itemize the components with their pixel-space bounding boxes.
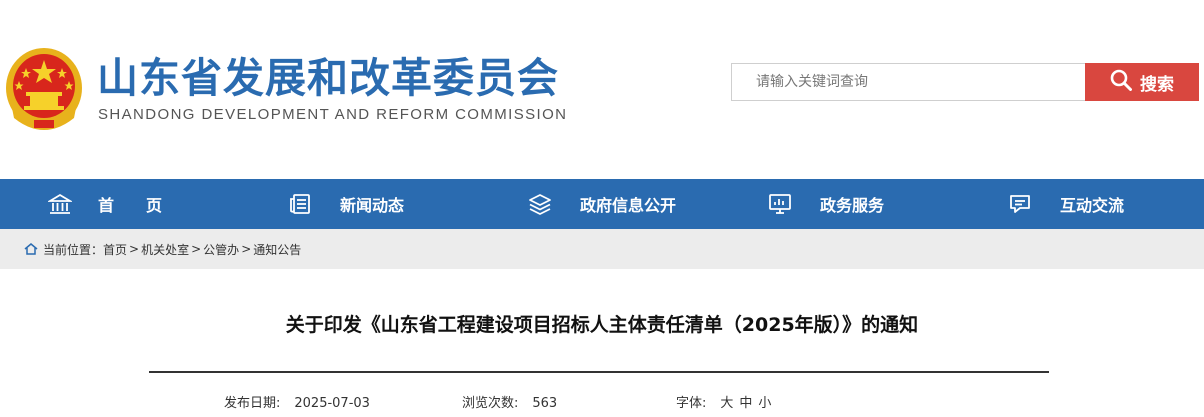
font-large-button[interactable]: 大 [720, 396, 733, 411]
nav-item-label: 新闻动态 [340, 196, 405, 215]
chat-icon [1008, 192, 1032, 216]
national-emblem-icon [4, 46, 84, 132]
search-button[interactable]: 搜索 [1085, 63, 1199, 101]
publish-date-label: 发布日期: [224, 396, 281, 411]
breadcrumb: 当前位置： 首页 > 机关处室 > 公管办 > 通知公告 [0, 229, 1204, 269]
nav-item-label: 首 页 [98, 196, 163, 215]
search-icon [1110, 69, 1132, 95]
nav-item-label: 政府信息公开 [580, 196, 677, 215]
publish-date-value: 2025-07-03 [294, 396, 370, 411]
search-box [731, 63, 1087, 101]
nav-item-news[interactable]: 新闻动态 [288, 179, 404, 229]
view-count-label: 浏览次数: [462, 396, 519, 411]
nav-item-gov-info[interactable]: 政府信息公开 [528, 179, 676, 229]
monitor-icon [768, 192, 792, 216]
breadcrumb-item-office[interactable]: 公管办 [203, 241, 239, 258]
article-title: 关于印发《山东省工程建设项目招标人主体责任清单（2025年版）》的通知 [285, 314, 919, 336]
nav-item-label: 政务服务 [820, 196, 885, 215]
view-count-value: 563 [532, 396, 558, 411]
font-small-button[interactable]: 小 [758, 396, 771, 411]
nav-item-services[interactable]: 政务服务 [768, 179, 884, 229]
nav-item-label: 互动交流 [1060, 196, 1125, 215]
breadcrumb-item-notices[interactable]: 通知公告 [253, 241, 301, 258]
news-icon [288, 192, 312, 216]
layers-icon [528, 192, 552, 216]
search-input[interactable] [732, 64, 1086, 100]
home-building-icon [48, 192, 72, 216]
main-nav: 首 页 新闻动态 政府信息公开 政务服务 互动交流 [0, 179, 1204, 229]
publish-date: 发布日期: 2025-07-03 [224, 392, 370, 411]
location-icon [24, 242, 38, 256]
nav-item-home[interactable]: 首 页 [48, 179, 162, 229]
site-header: 山东省发展和改革委员会 SHANDONG DEVELOPMENT AND REF… [0, 0, 1204, 179]
title-divider [149, 371, 1049, 373]
nav-item-interaction[interactable]: 互动交流 [1008, 179, 1124, 229]
font-medium-button[interactable]: 中 [739, 396, 752, 411]
view-count: 浏览次数: 563 [462, 392, 557, 411]
site-title: 山东省发展和改革委员会 [97, 54, 559, 102]
breadcrumb-separator: > [241, 242, 252, 256]
search-button-label: 搜索 [1140, 74, 1174, 95]
site-subtitle: SHANDONG DEVELOPMENT AND REFORM COMMISSI… [98, 106, 568, 123]
font-size-control: 字体: 大中小 [676, 392, 777, 411]
breadcrumb-item-departments[interactable]: 机关处室 [141, 241, 189, 258]
breadcrumb-prefix: 当前位置： [43, 242, 104, 257]
breadcrumb-item-home[interactable]: 首页 [103, 241, 127, 258]
breadcrumb-separator: > [129, 242, 140, 256]
breadcrumb-separator: > [191, 242, 202, 256]
font-size-label: 字体: [676, 396, 707, 411]
